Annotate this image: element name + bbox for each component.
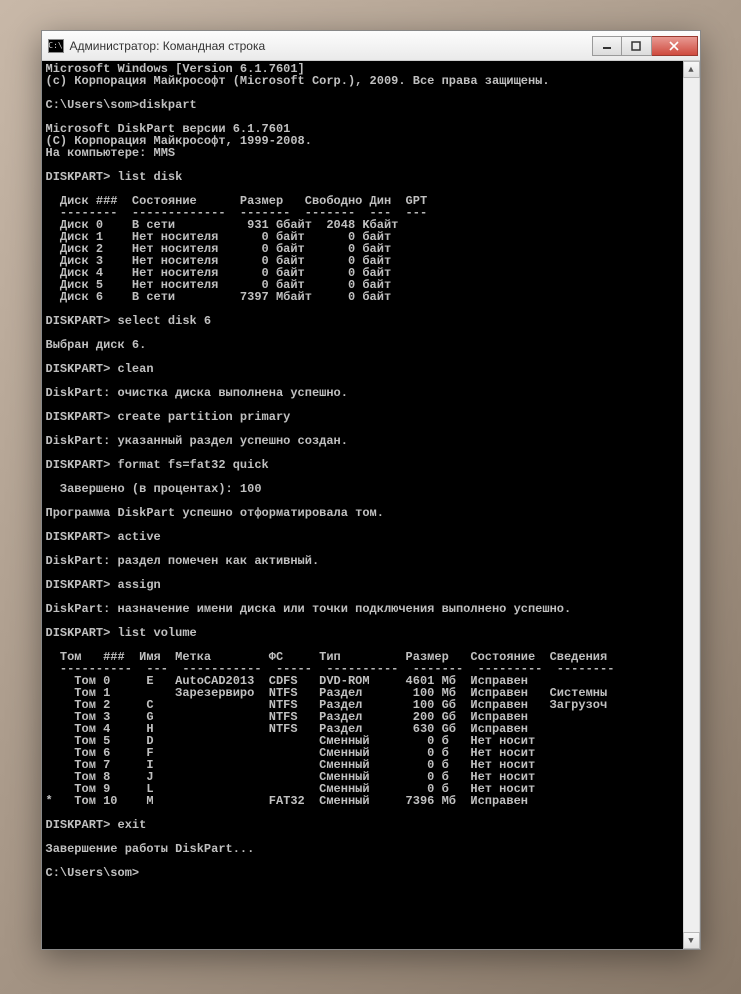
console-line: Выбран диск 6. bbox=[46, 339, 679, 351]
console-line: DISKPART> active bbox=[46, 531, 679, 543]
scroll-track[interactable] bbox=[683, 78, 700, 932]
console-area: Microsoft Windows [Version 6.1.7601](c) … bbox=[42, 61, 700, 949]
console-line: C:\Users\som> bbox=[46, 867, 679, 879]
console-line: C:\Users\som>diskpart bbox=[46, 99, 679, 111]
console-line: Программа DiskPart успешно отформатирова… bbox=[46, 507, 679, 519]
command-prompt-window: C:\ Администратор: Командная строка Micr… bbox=[41, 30, 701, 950]
console-line: (c) Корпорация Майкрософт (Microsoft Cor… bbox=[46, 75, 679, 87]
console-line: DISKPART> assign bbox=[46, 579, 679, 591]
console-line: На компьютере: MMS bbox=[46, 147, 679, 159]
close-button[interactable] bbox=[652, 36, 698, 56]
app-icon: C:\ bbox=[48, 39, 64, 53]
console-line bbox=[46, 855, 679, 867]
console-line: DiskPart: раздел помечен как активный. bbox=[46, 555, 679, 567]
console-line: DISKPART> select disk 6 bbox=[46, 315, 679, 327]
scroll-up-button[interactable]: ▲ bbox=[683, 61, 700, 78]
vertical-scrollbar[interactable]: ▲ ▼ bbox=[683, 61, 700, 949]
minimize-button[interactable] bbox=[592, 36, 622, 56]
console-line: * Том 10 M FAT32 Сменный 7396 Mб Исправе… bbox=[46, 795, 679, 807]
scroll-down-button[interactable]: ▼ bbox=[683, 932, 700, 949]
window-controls bbox=[592, 36, 698, 56]
console-line: DISKPART> format fs=fat32 quick bbox=[46, 459, 679, 471]
console-line: DISKPART> create partition primary bbox=[46, 411, 679, 423]
console-line: Завершение работы DiskPart... bbox=[46, 843, 679, 855]
console-line: DiskPart: указанный раздел успешно созда… bbox=[46, 435, 679, 447]
console-line: DISKPART> clean bbox=[46, 363, 679, 375]
maximize-button[interactable] bbox=[622, 36, 652, 56]
console-line: DISKPART> list disk bbox=[46, 171, 679, 183]
console-line: Завершено (в процентах): 100 bbox=[46, 483, 679, 495]
window-title: Администратор: Командная строка bbox=[70, 39, 592, 53]
titlebar[interactable]: C:\ Администратор: Командная строка bbox=[42, 31, 700, 61]
console-line: DiskPart: очистка диска выполнена успешн… bbox=[46, 387, 679, 399]
console-output[interactable]: Microsoft Windows [Version 6.1.7601](c) … bbox=[42, 61, 683, 949]
console-line: DiskPart: назначение имени диска или точ… bbox=[46, 603, 679, 615]
console-line: Диск 6 В сети 7397 Mбайт 0 байт bbox=[46, 291, 679, 303]
console-line: DISKPART> exit bbox=[46, 819, 679, 831]
console-line: DISKPART> list volume bbox=[46, 627, 679, 639]
